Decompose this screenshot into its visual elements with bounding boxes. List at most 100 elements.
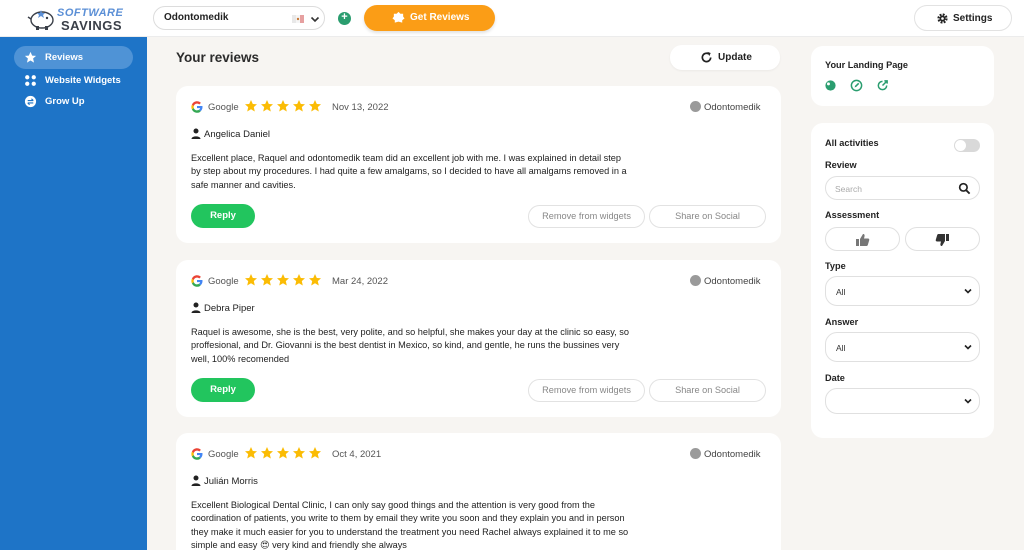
sidebar-item-reviews[interactable]: Reviews — [14, 46, 133, 69]
search-placeholder: Search — [835, 184, 862, 194]
location-pin-icon — [690, 275, 701, 286]
date-label: Date — [825, 373, 845, 383]
all-activities-toggle[interactable] — [954, 139, 980, 152]
search-input[interactable]: Search — [825, 176, 980, 200]
review-source: Google — [208, 102, 239, 113]
google-icon — [191, 275, 203, 287]
review-card: Google Mar 24, 2022 Odontomedik Debra Pi… — [176, 260, 781, 417]
star-icon — [24, 51, 37, 63]
business-select[interactable]: Odontomedik — [153, 6, 325, 30]
piggy-bank-icon — [27, 10, 54, 30]
star-icon — [245, 274, 257, 286]
external-link-icon[interactable] — [876, 79, 889, 92]
edit-icon[interactable] — [850, 79, 863, 92]
filters-panel: All activities Review Search Assessment … — [811, 123, 994, 438]
arrows-icon — [24, 95, 37, 108]
brand-logo[interactable]: SOFTWARE SAVINGS — [27, 7, 127, 33]
plus-icon: + — [341, 11, 348, 23]
top-bar: SOFTWARE SAVINGS Odontomedik + Get Revie… — [0, 0, 1024, 37]
get-reviews-label: Get Reviews — [410, 12, 470, 23]
star-icon — [261, 274, 273, 286]
review-author: Julián Morris — [204, 476, 258, 487]
google-icon — [191, 101, 203, 113]
palette-icon[interactable] — [824, 79, 837, 92]
star-icon — [293, 274, 305, 286]
star-icon — [293, 447, 305, 459]
thumbs-up-icon — [856, 234, 870, 246]
review-card: Google Oct 4, 2021 Odontomedik Julián Mo… — [176, 433, 781, 550]
business-select-value: Odontomedik — [164, 12, 229, 23]
review-location: Odontomedik — [704, 276, 761, 287]
sidebar-item-label: Grow Up — [45, 96, 85, 107]
settings-button[interactable]: Settings — [914, 5, 1012, 31]
star-icon — [309, 100, 321, 112]
thumbs-down-icon — [935, 234, 949, 246]
date-select[interactable] — [825, 388, 980, 414]
star-icon — [245, 100, 257, 112]
sidebar-item-website-widgets[interactable]: Website Widgets — [14, 69, 133, 92]
review-location: Odontomedik — [704, 449, 761, 460]
add-business-button[interactable]: + — [338, 11, 351, 25]
reply-button[interactable]: Reply — [191, 204, 255, 228]
get-reviews-button[interactable]: Get Reviews — [364, 5, 495, 31]
answer-label: Answer — [825, 317, 859, 327]
update-label: Update — [718, 52, 752, 63]
reply-button[interactable]: Reply — [191, 378, 255, 402]
sidebar-item-label: Website Widgets — [45, 75, 121, 86]
user-icon — [191, 475, 201, 486]
star-icon — [261, 447, 273, 459]
sidebar: Reviews Website Widgets Grow Up — [0, 37, 147, 550]
user-icon — [191, 128, 201, 139]
review-text: Excellent place, Raquel and odontomedik … — [191, 153, 627, 190]
star-icon — [309, 447, 321, 459]
brand-line-2: SAVINGS — [61, 18, 123, 33]
type-select[interactable]: All — [825, 276, 980, 306]
star-icon — [261, 100, 273, 112]
review-date: Mar 24, 2022 — [332, 276, 388, 287]
review-filter-label: Review — [825, 160, 857, 170]
toggle-knob — [955, 140, 966, 151]
share-on-social-button[interactable]: Share on Social — [649, 379, 766, 402]
remove-from-widgets-button[interactable]: Remove from widgets — [528, 379, 645, 402]
google-icon — [191, 448, 203, 460]
review-source: Google — [208, 449, 239, 460]
thumbs-down-button[interactable] — [905, 227, 980, 251]
answer-select[interactable]: All — [825, 332, 980, 362]
all-activities-label: All activities — [825, 138, 879, 148]
sidebar-item-grow-up[interactable]: Grow Up — [14, 90, 133, 113]
thumbs-up-button[interactable] — [825, 227, 900, 251]
flag-icon — [292, 15, 304, 23]
star-rating — [244, 446, 324, 460]
chevron-down-icon — [964, 398, 972, 404]
location-pin-icon — [690, 448, 701, 459]
user-icon — [191, 302, 201, 313]
review-date: Oct 4, 2021 — [332, 449, 382, 460]
landing-page-panel: Your Landing Page — [811, 46, 994, 106]
review-location: Odontomedik — [704, 102, 761, 113]
update-button[interactable]: Update — [670, 45, 780, 70]
star-icon — [245, 447, 257, 459]
review-author: Angelica Daniel — [204, 129, 271, 140]
review-card: Google Nov 13, 2022 Odontomedik Angelica… — [176, 86, 781, 243]
review-text: Raquel is awesome, she is the best, very… — [191, 327, 629, 364]
page-title: Your reviews — [176, 50, 260, 65]
type-label: Type — [825, 261, 846, 271]
assessment-label: Assessment — [825, 210, 880, 220]
search-icon[interactable] — [958, 182, 971, 195]
star-icon — [293, 100, 305, 112]
star-rating — [244, 99, 324, 113]
grid-icon — [25, 75, 36, 86]
location-pin-icon — [690, 101, 701, 112]
review-source: Google — [208, 276, 239, 287]
chevron-down-icon — [964, 344, 972, 350]
share-on-social-button[interactable]: Share on Social — [649, 205, 766, 228]
answer-select-value: All — [836, 343, 846, 353]
remove-from-widgets-button[interactable]: Remove from widgets — [528, 205, 645, 228]
sidebar-item-label: Reviews — [45, 52, 84, 63]
review-text: Excellent Biological Dental Clinic, I ca… — [191, 500, 629, 550]
star-icon — [277, 274, 289, 286]
review-date: Nov 13, 2022 — [332, 102, 389, 113]
landing-page-title: Your Landing Page — [825, 60, 909, 70]
gear-icon — [937, 13, 948, 24]
review-author: Debra Piper — [204, 303, 255, 314]
